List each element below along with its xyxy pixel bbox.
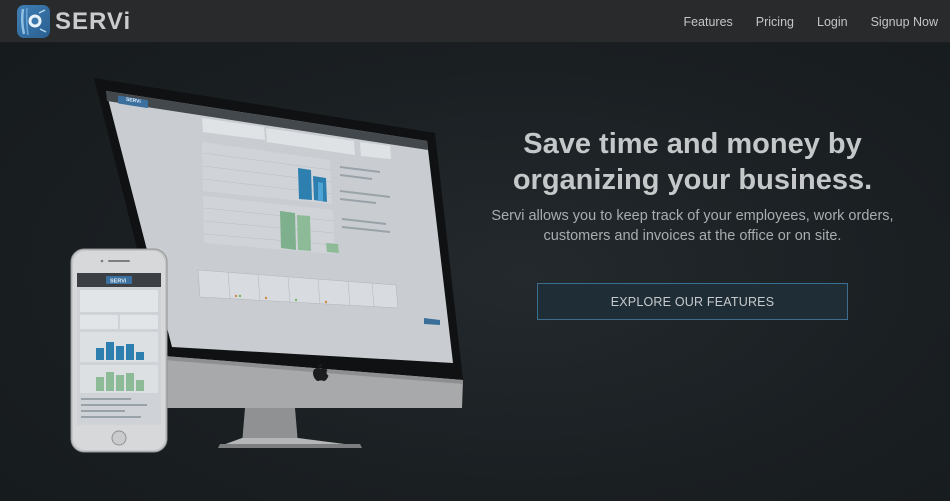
top-navbar: SERVi Features Pricing Login Signup Now bbox=[0, 0, 950, 43]
hero-headline-line-1: Save time and money by bbox=[523, 128, 862, 160]
brand-logo-link[interactable]: SERVi bbox=[17, 4, 131, 39]
servi-logo-icon bbox=[17, 5, 50, 38]
phone-screen-brand: SERVi bbox=[110, 279, 127, 285]
brand-name: SERVi bbox=[55, 7, 132, 35]
nav-link-signup[interactable]: Signup Now bbox=[871, 15, 938, 29]
hero-subtitle-line-2: customers and invoices at the office or … bbox=[543, 228, 842, 244]
hero-headline-line-2: organizing your business. bbox=[512, 164, 873, 196]
nav-link-pricing[interactable]: Pricing bbox=[756, 15, 794, 29]
nav-link-features[interactable]: Features bbox=[683, 15, 732, 29]
hero-subtitle: Servi allows you to keep track of your e… bbox=[470, 206, 915, 246]
hero-headline: Save time and money by organizing your b… bbox=[470, 126, 915, 198]
nav-link-login[interactable]: Login bbox=[817, 15, 848, 29]
explore-features-button[interactable]: EXPLORE OUR FEATURES bbox=[537, 283, 848, 320]
phone-mockup-image: SERVi bbox=[70, 248, 168, 453]
hero-subtitle-line-1: Servi allows you to keep track of your e… bbox=[491, 208, 894, 224]
nav-menu: Features Pricing Login Signup Now bbox=[660, 0, 938, 43]
